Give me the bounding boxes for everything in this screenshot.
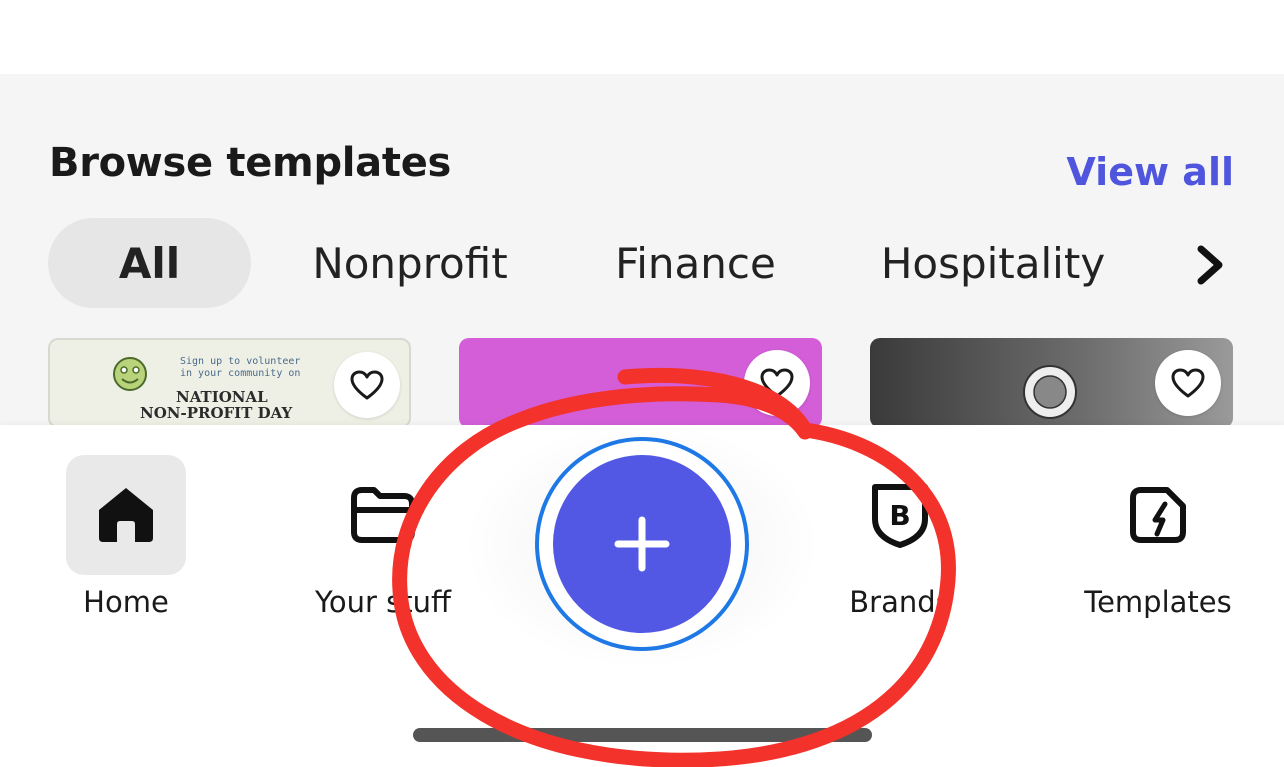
- templates-icon: [1130, 487, 1186, 543]
- nav-label: Templates: [1084, 585, 1232, 619]
- card-text: Sign up to volunteer: [180, 356, 301, 367]
- nav-home[interactable]: Home: [36, 455, 216, 625]
- card-text: in your community on: [180, 368, 301, 379]
- template-card[interactable]: Sign up to volunteer in your community o…: [48, 338, 411, 428]
- heart-icon: [760, 368, 794, 398]
- plus-icon: [614, 516, 670, 572]
- home-indicator[interactable]: [413, 728, 872, 742]
- favorite-button[interactable]: [334, 352, 400, 418]
- nav-label: Your stuff: [315, 585, 451, 619]
- chip-nonprofit[interactable]: Nonprofit: [310, 218, 510, 308]
- card-heading: NON-PROFIT DAY: [140, 404, 293, 422]
- nav-brands-icon-wrap: B: [840, 455, 960, 575]
- brand-icon: B: [872, 484, 928, 548]
- svg-text:B: B: [889, 499, 910, 532]
- section-title: Browse templates: [49, 140, 452, 186]
- nav-brands[interactable]: B Brands: [810, 455, 990, 625]
- nav-your-stuff[interactable]: Your stuff: [293, 455, 473, 625]
- nav-your-stuff-icon-wrap: [323, 455, 443, 575]
- heart-icon: [350, 370, 384, 400]
- folder-icon: [351, 487, 415, 543]
- template-card[interactable]: [870, 338, 1233, 428]
- favorite-button[interactable]: [744, 350, 810, 416]
- favorite-button[interactable]: [1155, 350, 1221, 416]
- seal-logo: [1023, 365, 1077, 419]
- top-area: [0, 0, 1284, 74]
- create-button[interactable]: [553, 455, 731, 633]
- chevron-right-icon[interactable]: [1190, 240, 1230, 290]
- home-icon: [99, 488, 153, 542]
- nav-templates-icon-wrap: [1098, 455, 1218, 575]
- template-card[interactable]: [459, 338, 822, 428]
- nav-home-icon-wrap: [66, 455, 186, 575]
- category-chips: All Nonprofit Finance Hospitality: [48, 218, 1248, 308]
- view-all-link[interactable]: View all: [1066, 150, 1234, 194]
- chip-hospitality[interactable]: Hospitality: [878, 218, 1108, 308]
- smiley-illustration: [113, 357, 147, 391]
- chip-finance[interactable]: Finance: [608, 218, 783, 308]
- nav-templates[interactable]: Templates: [1068, 455, 1248, 625]
- heart-icon: [1171, 368, 1205, 398]
- chip-all[interactable]: All: [48, 218, 251, 308]
- nav-label: Home: [83, 585, 169, 619]
- nav-label: Brands: [849, 585, 951, 619]
